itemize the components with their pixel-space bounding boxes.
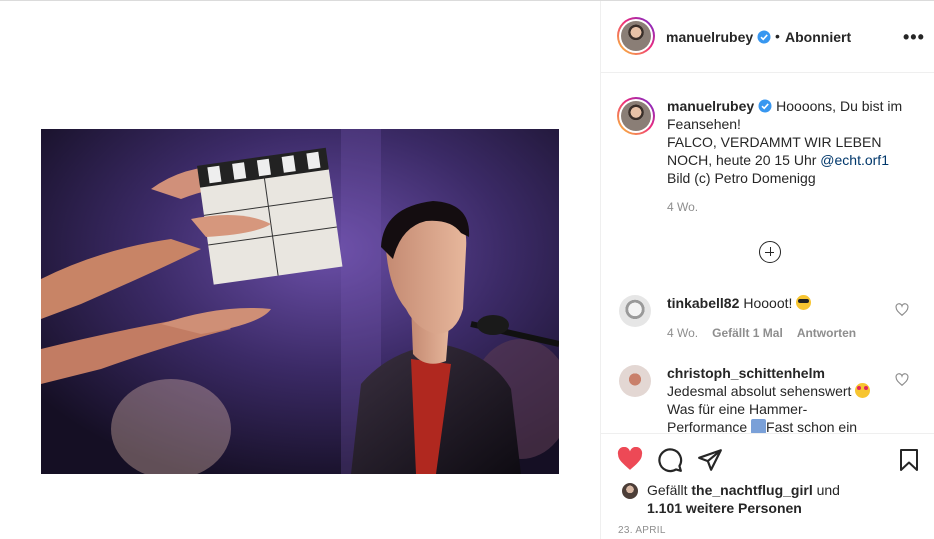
- verified-badge-icon: [757, 30, 771, 49]
- heart-eyes-emoji-icon: [855, 383, 871, 398]
- load-more-comments-icon[interactable]: [759, 241, 781, 263]
- post-caption: manuelrubey Hoooons, Du bist im Feansehen…: [667, 97, 917, 187]
- caption-age[interactable]: 4 Wo.: [667, 200, 698, 214]
- author-username[interactable]: manuelrubey: [666, 29, 753, 45]
- share-icon[interactable]: [697, 447, 723, 473]
- likes-middle: und: [812, 482, 840, 498]
- commenter-avatar[interactable]: [619, 365, 651, 397]
- comment-like-icon[interactable]: [895, 303, 909, 317]
- likes-prefix: Gefällt: [647, 482, 692, 498]
- likes-summary[interactable]: Gefällt the_nachtflug_girl und 1.101 wei…: [647, 481, 840, 517]
- sunglasses-emoji-icon: [796, 295, 812, 310]
- reply-button[interactable]: Antworten: [797, 326, 856, 340]
- post-actions: Gefällt the_nachtflug_girl und 1.101 wei…: [601, 433, 934, 539]
- instagram-post-page: manuelrubey • Abonniert ••• manuelrubey H…: [0, 0, 934, 539]
- comment-age[interactable]: 4 Wo.: [667, 326, 698, 340]
- like-heart-icon[interactable]: [617, 447, 643, 471]
- comment-username[interactable]: christoph_schittenhelm: [667, 365, 825, 381]
- comment-text-4: Fast schon ein: [766, 419, 858, 433]
- comment-username[interactable]: tinkabell82: [667, 295, 739, 311]
- more-options-icon[interactable]: •••: [903, 27, 925, 48]
- comment-icon[interactable]: [657, 447, 683, 473]
- liker-avatar[interactable]: [621, 482, 639, 500]
- comment-text: Jedesmal absolut sehenswert: [667, 383, 852, 399]
- likes-count[interactable]: 1.101 weitere Personen: [647, 500, 802, 516]
- caption-username[interactable]: manuelrubey: [667, 98, 754, 114]
- comment-item: christoph_schittenhelm Jedesmal absolut …: [667, 364, 897, 433]
- post-sidebar: manuelrubey • Abonniert ••• manuelrubey H…: [600, 1, 934, 539]
- comment-text: Hoooot!: [743, 295, 793, 311]
- caption-avatar[interactable]: [617, 97, 655, 135]
- media-pane: [0, 1, 600, 539]
- save-bookmark-icon[interactable]: [897, 447, 921, 473]
- caption-text-3: Bild (c) Petro Domenigg: [667, 170, 816, 186]
- follow-status-button[interactable]: Abonniert: [785, 29, 851, 45]
- comments-list[interactable]: manuelrubey Hoooons, Du bist im Feansehen…: [601, 73, 934, 433]
- header-separator: •: [775, 28, 780, 44]
- microphone-emoji-icon: [751, 419, 767, 433]
- comment-text-2: Was für eine Hammer-: [667, 401, 808, 417]
- post-date[interactable]: 23. APRIL: [618, 525, 666, 536]
- liker-username[interactable]: the_nachtflug_girl: [691, 482, 812, 498]
- verified-badge-icon: [758, 99, 772, 113]
- comment-text-3: Performance: [667, 419, 748, 433]
- post-photo[interactable]: [41, 129, 559, 474]
- comment-like-icon[interactable]: [895, 373, 909, 387]
- comment-meta: 4 Wo. Gefällt 1 Mal Antworten: [667, 326, 856, 340]
- commenter-avatar[interactable]: [619, 295, 651, 327]
- caption-mention-link[interactable]: @echt.orf1: [820, 152, 889, 168]
- comment-likes[interactable]: Gefällt 1 Mal: [712, 326, 783, 340]
- comment-item: tinkabell82 Hoooot!: [667, 294, 897, 312]
- post-header: manuelrubey • Abonniert •••: [601, 1, 934, 73]
- author-avatar[interactable]: [617, 17, 655, 55]
